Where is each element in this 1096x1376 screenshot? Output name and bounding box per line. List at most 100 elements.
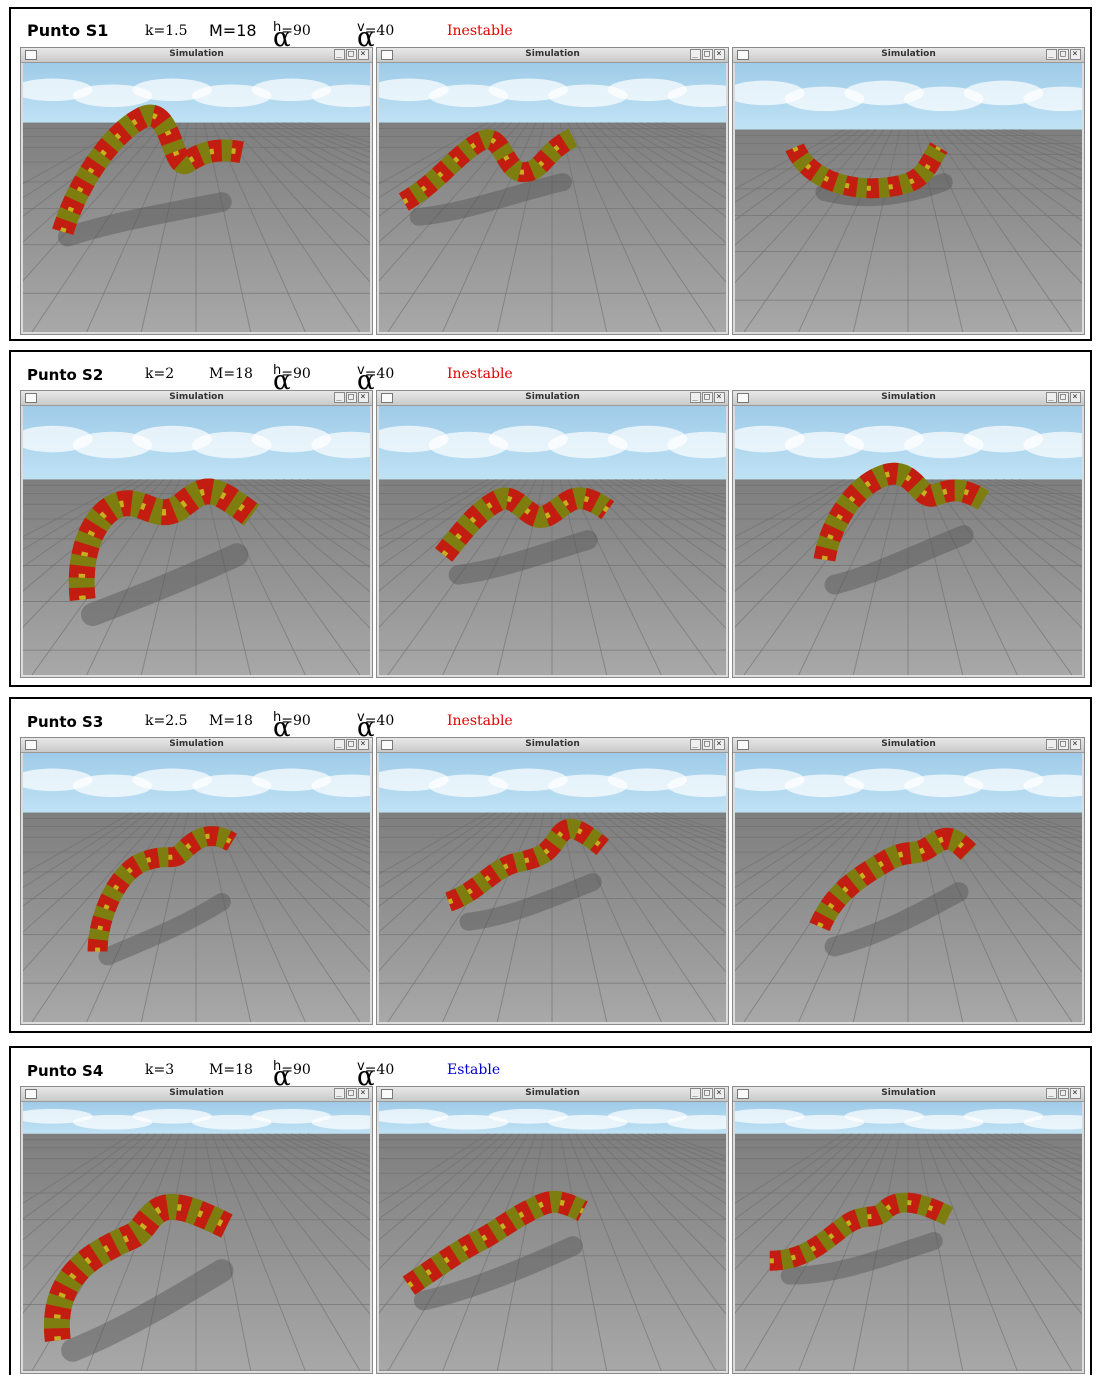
window-titlebar[interactable]: Simulation _ □ × (21, 391, 372, 406)
sim-viewport[interactable] (379, 1102, 726, 1371)
sim-viewport[interactable] (23, 63, 370, 332)
window-titlebar[interactable]: Simulation _ □ × (21, 1087, 372, 1102)
sim-window[interactable]: Simulation _ □ × (732, 390, 1085, 678)
scene-render (379, 406, 726, 675)
window-controls: _ □ × (1045, 1088, 1081, 1099)
window-row: Simulation _ □ × Simulation _ □ × Simulation _ □… (20, 47, 1085, 337)
maximize-icon[interactable]: □ (1058, 1088, 1069, 1099)
sim-window[interactable]: Simulation _ □ × (376, 47, 729, 335)
sim-viewport[interactable] (379, 63, 726, 332)
window-controls: _ □ × (1045, 392, 1081, 403)
alpha-v-label: α v =40 (357, 1059, 395, 1092)
close-icon[interactable]: × (714, 739, 725, 750)
alpha-h-label: α h =90 (273, 363, 311, 396)
panel-s1: Punto S1 k=1.5 M=18 α h =90 α v =40 Inestabl… (9, 7, 1092, 341)
sim-viewport[interactable] (23, 1102, 370, 1371)
maximize-icon[interactable]: □ (702, 392, 713, 403)
minimize-icon[interactable]: _ (334, 1088, 345, 1099)
window-titlebar[interactable]: Simulation _ □ × (733, 391, 1084, 406)
scene-render (23, 63, 370, 332)
window-titlebar[interactable]: Simulation _ □ × (377, 738, 728, 753)
close-icon[interactable]: × (358, 49, 369, 60)
window-titlebar[interactable]: Simulation _ □ × (733, 1087, 1084, 1102)
close-icon[interactable]: × (1070, 49, 1081, 60)
maximize-icon[interactable]: □ (346, 49, 357, 60)
close-icon[interactable]: × (714, 392, 725, 403)
minimize-icon[interactable]: _ (690, 739, 701, 750)
status-label: Estable (447, 1062, 501, 1078)
window-titlebar[interactable]: Simulation _ □ × (21, 48, 372, 63)
scene-render (735, 406, 1082, 675)
panel-header: Punto S1 k=1.5 M=18 α h =90 α v =40 Inestabl… (27, 15, 1067, 53)
sim-viewport[interactable] (379, 753, 726, 1022)
sim-window[interactable]: Simulation _ □ × (732, 737, 1085, 1025)
close-icon[interactable]: × (1070, 392, 1081, 403)
sim-window[interactable]: Simulation _ □ × (20, 1086, 373, 1374)
minimize-icon[interactable]: _ (1046, 49, 1057, 60)
minimize-icon[interactable]: _ (690, 1088, 701, 1099)
maximize-icon[interactable]: □ (346, 739, 357, 750)
window-title: Simulation (169, 49, 224, 59)
maximize-icon[interactable]: □ (1058, 739, 1069, 750)
sim-window[interactable]: Simulation _ □ × (20, 390, 373, 678)
sim-window[interactable]: Simulation _ □ × (732, 47, 1085, 335)
sim-viewport[interactable] (23, 753, 370, 1022)
sim-window[interactable]: Simulation _ □ × (20, 737, 373, 1025)
sim-window[interactable]: Simulation _ □ × (732, 1086, 1085, 1374)
close-icon[interactable]: × (714, 1088, 725, 1099)
maximize-icon[interactable]: □ (702, 49, 713, 60)
sim-viewport[interactable] (379, 406, 726, 675)
window-controls: _ □ × (333, 739, 369, 750)
alpha-h-label: α h =90 (273, 20, 311, 53)
close-icon[interactable]: × (714, 49, 725, 60)
close-icon[interactable]: × (358, 739, 369, 750)
maximize-icon[interactable]: □ (1058, 49, 1069, 60)
close-icon[interactable]: × (358, 392, 369, 403)
window-row: Simulation _ □ × Simulation _ □ × Simulation _ □… (20, 1086, 1085, 1376)
minimize-icon[interactable]: _ (334, 392, 345, 403)
sim-window[interactable]: Simulation _ □ × (376, 737, 729, 1025)
close-icon[interactable]: × (1070, 1088, 1081, 1099)
sim-viewport[interactable] (735, 753, 1082, 1022)
window-titlebar[interactable]: Simulation _ □ × (377, 1087, 728, 1102)
maximize-icon[interactable]: □ (1058, 392, 1069, 403)
window-titlebar[interactable]: Simulation _ □ × (377, 391, 728, 406)
scene-render (379, 1102, 726, 1371)
minimize-icon[interactable]: _ (690, 49, 701, 60)
minimize-icon[interactable]: _ (1046, 1088, 1057, 1099)
sim-viewport[interactable] (735, 1102, 1082, 1371)
scene-render (735, 63, 1082, 332)
k-label: k=2 (145, 366, 175, 382)
sim-window[interactable]: Simulation _ □ × (376, 390, 729, 678)
window-titlebar[interactable]: Simulation _ □ × (733, 48, 1084, 63)
maximize-icon[interactable]: □ (346, 392, 357, 403)
sim-window[interactable]: Simulation _ □ × (20, 47, 373, 335)
sim-window[interactable]: Simulation _ □ × (376, 1086, 729, 1374)
scene-render (735, 753, 1082, 1022)
sim-viewport[interactable] (735, 63, 1082, 332)
alpha-h-label: α h =90 (273, 710, 311, 743)
close-icon[interactable]: × (1070, 739, 1081, 750)
window-title: Simulation (169, 392, 224, 402)
window-titlebar[interactable]: Simulation _ □ × (21, 738, 372, 753)
sim-viewport[interactable] (23, 406, 370, 675)
maximize-icon[interactable]: □ (702, 1088, 713, 1099)
sim-viewport[interactable] (735, 406, 1082, 675)
scene-render (379, 753, 726, 1022)
panel-header: Punto S3 k=2.5 M=18 α h =90 α v =40 Inestabl… (27, 705, 1067, 743)
minimize-icon[interactable]: _ (1046, 739, 1057, 750)
minimize-icon[interactable]: _ (334, 49, 345, 60)
window-title: Simulation (525, 739, 580, 749)
window-titlebar[interactable]: Simulation _ □ × (733, 738, 1084, 753)
window-controls: _ □ × (333, 392, 369, 403)
window-titlebar[interactable]: Simulation _ □ × (377, 48, 728, 63)
window-title: Simulation (525, 392, 580, 402)
alpha-v-label: α v =40 (357, 710, 395, 743)
minimize-icon[interactable]: _ (334, 739, 345, 750)
close-icon[interactable]: × (358, 1088, 369, 1099)
minimize-icon[interactable]: _ (1046, 392, 1057, 403)
k-label: k=3 (145, 1062, 175, 1078)
maximize-icon[interactable]: □ (702, 739, 713, 750)
maximize-icon[interactable]: □ (346, 1088, 357, 1099)
minimize-icon[interactable]: _ (690, 392, 701, 403)
